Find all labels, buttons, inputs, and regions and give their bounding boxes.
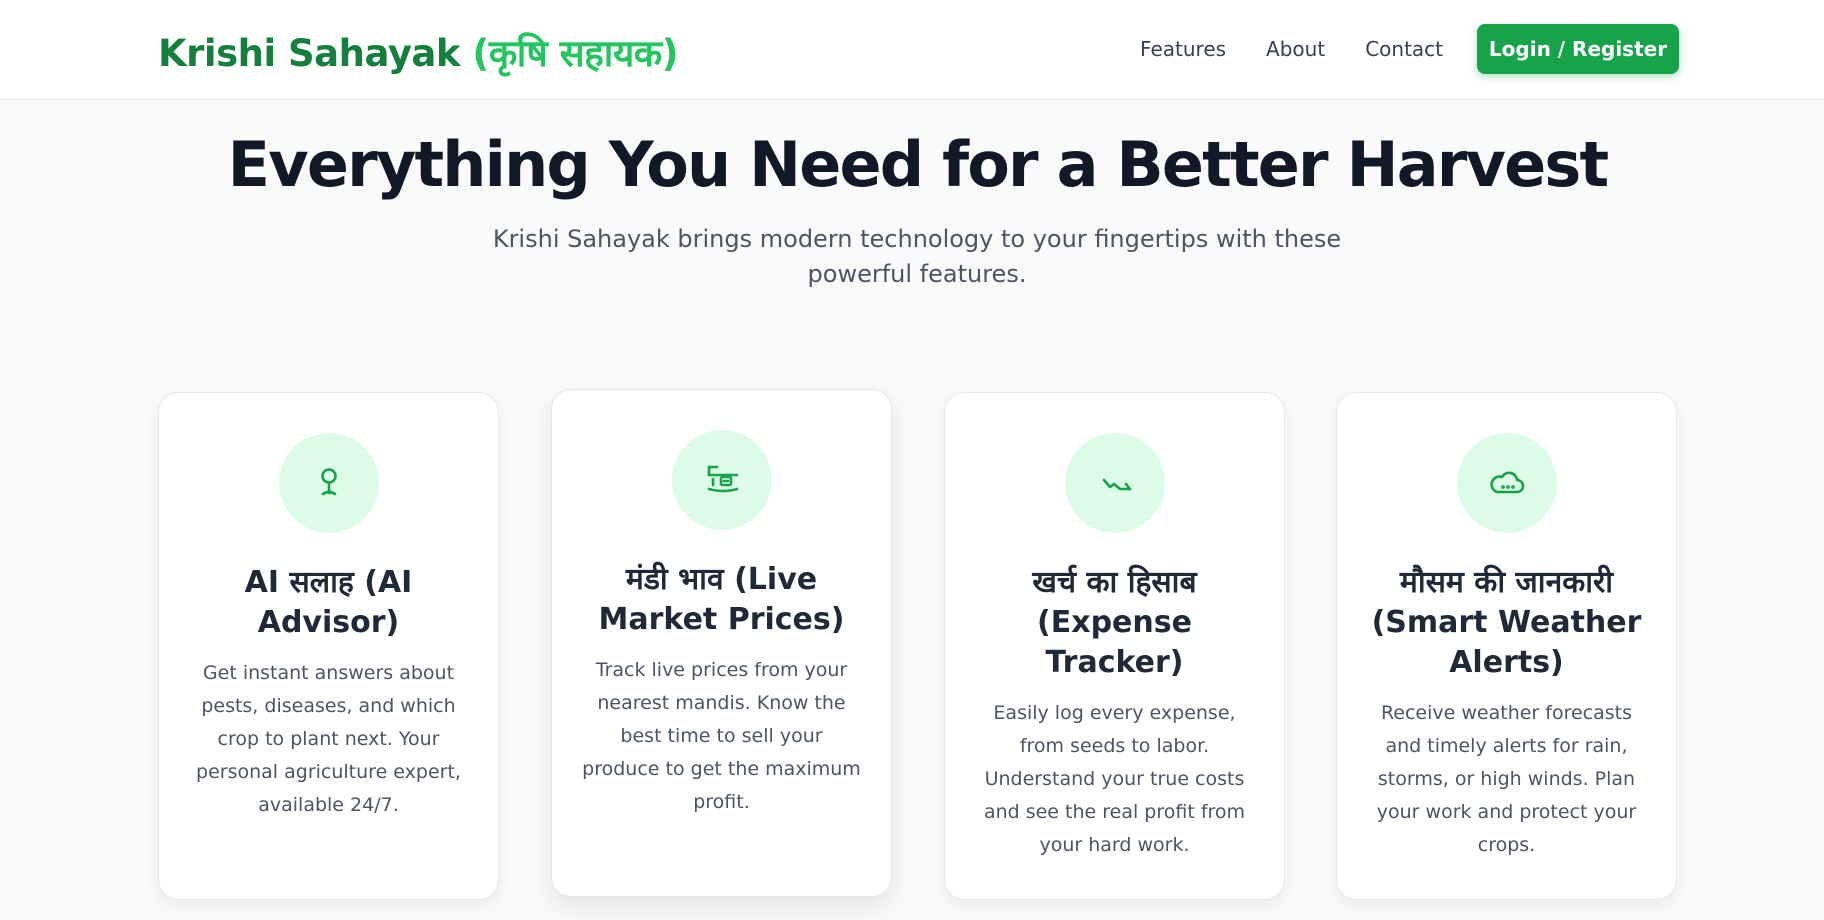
nav-link-about[interactable]: About bbox=[1266, 37, 1325, 61]
feature-title: खर्च का हिसाब (Expense Tracker) bbox=[1032, 565, 1197, 680]
features-subheading: Krishi Sahayak brings modern technology … bbox=[492, 225, 1342, 288]
nav-link-features[interactable]: Features bbox=[1140, 37, 1226, 61]
feature-card-ai-advisor: AI सलाह (AI Advisor) Get instant answers… bbox=[158, 392, 499, 900]
nav-link-contact[interactable]: Contact bbox=[1365, 37, 1443, 61]
feature-description: Track live prices from your nearest mand… bbox=[582, 659, 861, 813]
features-heading: Everything You Need for a Better Harvest bbox=[227, 128, 1609, 201]
trend-arrow-icon bbox=[1064, 433, 1165, 533]
feature-card-weather-alerts: मौसम की जानकारी (Smart Weather Alerts) R… bbox=[1336, 392, 1677, 900]
login-register-button[interactable]: Login / Register bbox=[1477, 24, 1679, 74]
brand-name-english: Krishi Sahayak bbox=[158, 32, 461, 75]
feature-card-market-prices: मंडी भाव (Live Market Prices) Track live… bbox=[551, 389, 892, 897]
lightbulb-icon bbox=[278, 433, 379, 533]
brand-name-hindi: (कृषि सहायक) bbox=[472, 32, 679, 75]
feature-title: AI सलाह (AI Advisor) bbox=[244, 565, 413, 640]
cloud-icon bbox=[1456, 433, 1557, 533]
brand-logo[interactable]: Krishi Sahayak (कृषि सहायक) bbox=[158, 26, 679, 77]
feature-description: Get instant answers about pests, disease… bbox=[196, 662, 461, 816]
feature-title: मंडी भाव (Live Market Prices) bbox=[598, 562, 845, 637]
feature-description: Receive weather forecasts and timely ale… bbox=[1376, 702, 1637, 856]
navbar: Krishi Sahayak (कृषि सहायक) Features Abo… bbox=[0, 0, 1824, 100]
feature-card-expense-tracker: खर्च का हिसाब (Expense Tracker) Easily l… bbox=[944, 392, 1285, 900]
market-stall-icon bbox=[671, 430, 772, 530]
feature-title: मौसम की जानकारी (Smart Weather Alerts) bbox=[1371, 565, 1642, 680]
feature-description: Easily log every expense, from seeds to … bbox=[983, 702, 1246, 856]
nav-links: Features About Contact bbox=[1140, 23, 1443, 75]
